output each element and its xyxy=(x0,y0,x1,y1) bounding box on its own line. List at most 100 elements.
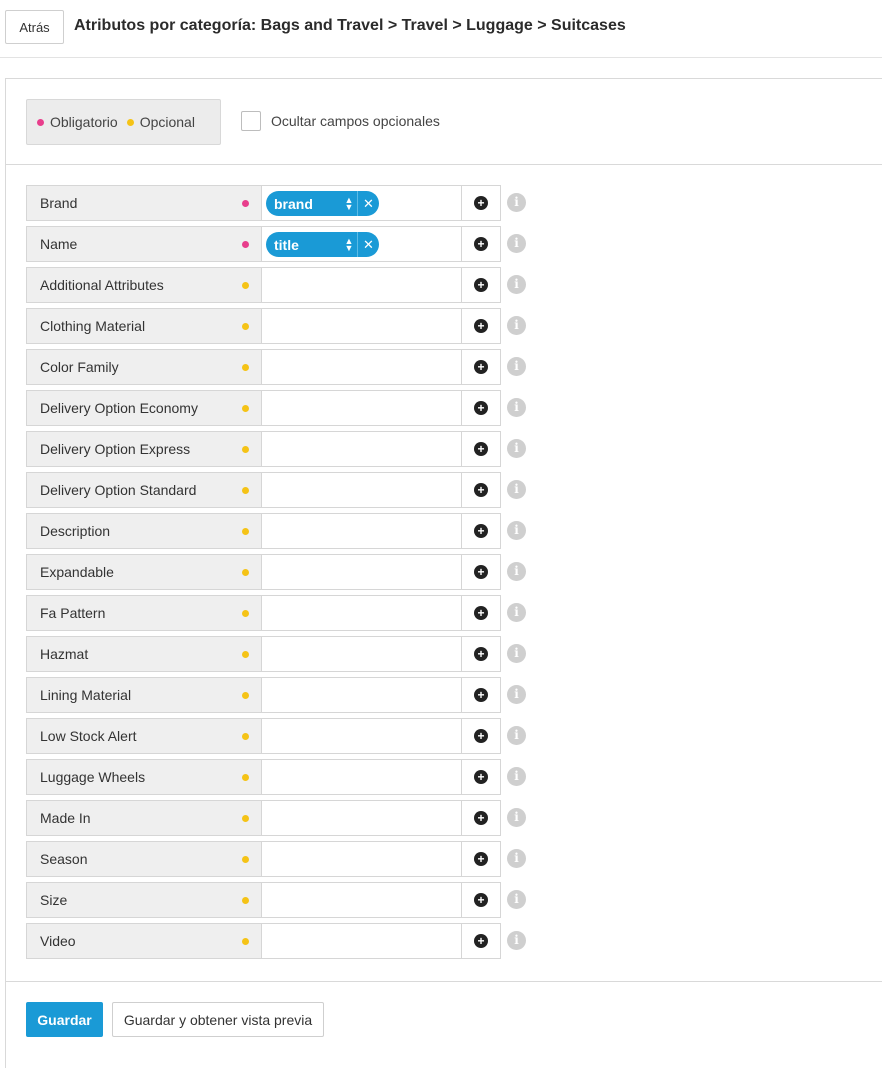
optional-dot-icon xyxy=(242,446,249,453)
add-value-button[interactable]: + xyxy=(461,513,501,549)
add-value-button[interactable]: + xyxy=(461,431,501,467)
add-value-button[interactable]: + xyxy=(461,759,501,795)
sort-icon[interactable]: ▲ ▼ xyxy=(341,236,357,252)
info-circle-icon[interactable]: i xyxy=(507,357,526,376)
info-circle-icon[interactable]: i xyxy=(507,480,526,499)
legend-bar: Obligatorio Opcional Ocultar campos opci… xyxy=(6,79,882,165)
plus-circle-icon: + xyxy=(474,278,488,292)
optional-dot-icon xyxy=(242,938,249,945)
required-dot-icon xyxy=(37,118,44,126)
info-circle-icon[interactable]: i xyxy=(507,603,526,622)
info-circle-icon[interactable]: i xyxy=(507,808,526,827)
mapped-field-tag-label: brand xyxy=(274,195,313,212)
add-value-button[interactable]: + xyxy=(461,923,501,959)
footer: Guardar Guardar y obtener vista previa xyxy=(6,981,882,1071)
plus-circle-icon: + xyxy=(474,565,488,579)
add-value-button[interactable]: + xyxy=(461,595,501,631)
plus-circle-icon: + xyxy=(474,811,488,825)
attribute-label: Fa Pattern xyxy=(26,595,261,631)
attribute-value-field[interactable] xyxy=(261,841,462,877)
plus-circle-icon: + xyxy=(474,196,488,210)
mapped-field-tag[interactable]: brand ▲ ▼ ✕ xyxy=(266,191,379,216)
add-value-button[interactable]: + xyxy=(461,841,501,877)
page-title: Atributos por categoría: Bags and Travel… xyxy=(74,17,626,34)
info-circle-icon[interactable]: i xyxy=(507,890,526,909)
attribute-value-field[interactable] xyxy=(261,267,462,303)
attribute-rows: Brand brand ▲ ▼ ✕ + i Name title ▲ ▼ ✕ + i Additional … xyxy=(26,185,526,964)
attribute-value-field[interactable] xyxy=(261,677,462,713)
info-circle-icon[interactable]: i xyxy=(507,931,526,950)
info-circle-icon[interactable]: i xyxy=(507,521,526,540)
info-circle-icon[interactable]: i xyxy=(507,398,526,417)
info-circle-icon[interactable]: i xyxy=(507,644,526,663)
close-icon[interactable]: ✕ xyxy=(358,237,379,253)
add-value-button[interactable]: + xyxy=(461,554,501,590)
info-circle-icon[interactable]: i xyxy=(507,234,526,253)
info-circle-icon[interactable]: i xyxy=(507,193,526,212)
optional-dot-icon xyxy=(242,528,249,535)
info-circle-icon[interactable]: i xyxy=(507,275,526,294)
add-value-button[interactable]: + xyxy=(461,882,501,918)
attribute-value-field[interactable] xyxy=(261,554,462,590)
required-dot-icon xyxy=(242,200,249,207)
attribute-value-field[interactable] xyxy=(261,759,462,795)
info-circle-icon[interactable]: i xyxy=(507,316,526,335)
attribute-row: Clothing Material + i xyxy=(26,308,526,344)
attribute-value-field[interactable]: title ▲ ▼ ✕ xyxy=(261,226,462,262)
attribute-label-text: Delivery Option Economy xyxy=(40,400,198,416)
hide-optional-checkbox[interactable] xyxy=(241,111,261,131)
back-button[interactable]: Atrás xyxy=(5,10,64,44)
attribute-value-field[interactable] xyxy=(261,882,462,918)
attribute-label: Brand xyxy=(26,185,261,221)
attribute-label: Season xyxy=(26,841,261,877)
attribute-value-field[interactable] xyxy=(261,923,462,959)
mapped-field-tag[interactable]: title ▲ ▼ ✕ xyxy=(266,232,379,257)
attribute-value-field[interactable] xyxy=(261,636,462,672)
info-circle-icon[interactable]: i xyxy=(507,767,526,786)
add-value-button[interactable]: + xyxy=(461,226,501,262)
plus-circle-icon: + xyxy=(474,852,488,866)
add-value-button[interactable]: + xyxy=(461,718,501,754)
optional-dot-icon xyxy=(242,897,249,904)
attribute-row: Size + i xyxy=(26,882,526,918)
close-icon[interactable]: ✕ xyxy=(358,196,379,212)
attribute-value-field[interactable] xyxy=(261,513,462,549)
sort-icon[interactable]: ▲ ▼ xyxy=(341,195,357,211)
attribute-value-field[interactable] xyxy=(261,349,462,385)
attribute-label: Name xyxy=(26,226,261,262)
attribute-row: Delivery Option Standard + i xyxy=(26,472,526,508)
plus-circle-icon: + xyxy=(474,319,488,333)
info-circle-icon[interactable]: i xyxy=(507,562,526,581)
attribute-label: Low Stock Alert xyxy=(26,718,261,754)
add-value-button[interactable]: + xyxy=(461,267,501,303)
legend-optional: Opcional xyxy=(126,114,195,130)
save-button[interactable]: Guardar xyxy=(26,1002,103,1037)
attribute-value-field[interactable] xyxy=(261,595,462,631)
hide-optional-label[interactable]: Ocultar campos opcionales xyxy=(271,113,440,129)
attribute-label: Description xyxy=(26,513,261,549)
optional-dot-icon xyxy=(242,487,249,494)
add-value-button[interactable]: + xyxy=(461,472,501,508)
info-circle-icon[interactable]: i xyxy=(507,439,526,458)
attribute-value-field[interactable] xyxy=(261,431,462,467)
attribute-label-text: Delivery Option Standard xyxy=(40,482,197,498)
attribute-value-field[interactable]: brand ▲ ▼ ✕ xyxy=(261,185,462,221)
attribute-value-field[interactable] xyxy=(261,390,462,426)
attribute-value-field[interactable] xyxy=(261,800,462,836)
info-circle-icon[interactable]: i xyxy=(507,726,526,745)
add-value-button[interactable]: + xyxy=(461,390,501,426)
add-value-button[interactable]: + xyxy=(461,308,501,344)
info-circle-icon[interactable]: i xyxy=(507,849,526,868)
attribute-row: Name title ▲ ▼ ✕ + i xyxy=(26,226,526,262)
info-circle-icon[interactable]: i xyxy=(507,685,526,704)
attribute-value-field[interactable] xyxy=(261,308,462,344)
plus-circle-icon: + xyxy=(474,893,488,907)
save-preview-button[interactable]: Guardar y obtener vista previa xyxy=(112,1002,324,1037)
add-value-button[interactable]: + xyxy=(461,349,501,385)
add-value-button[interactable]: + xyxy=(461,800,501,836)
add-value-button[interactable]: + xyxy=(461,636,501,672)
add-value-button[interactable]: + xyxy=(461,185,501,221)
attribute-value-field[interactable] xyxy=(261,472,462,508)
attribute-value-field[interactable] xyxy=(261,718,462,754)
add-value-button[interactable]: + xyxy=(461,677,501,713)
